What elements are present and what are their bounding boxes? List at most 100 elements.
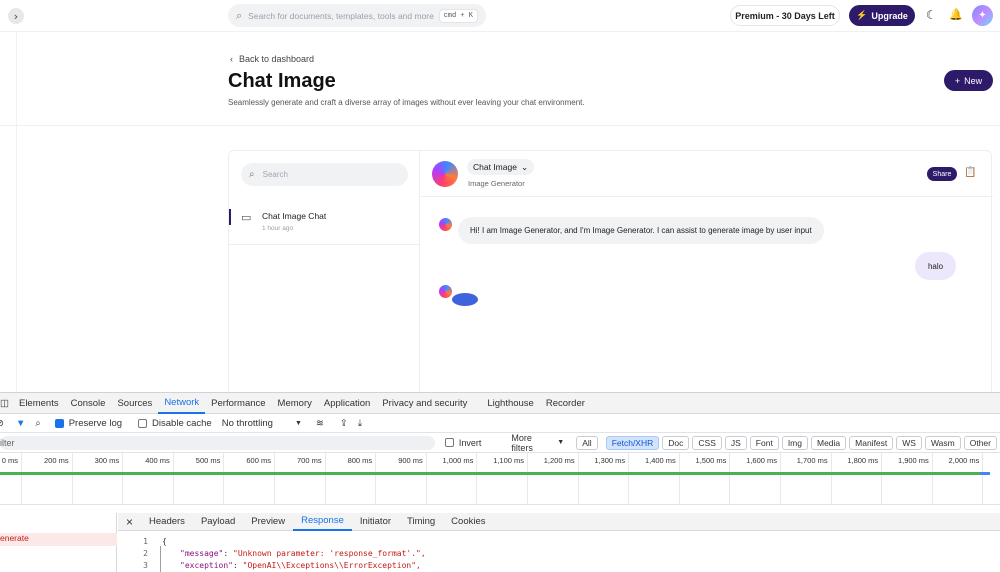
timeline-tick-label: 1,800 ms [847,456,879,465]
request-row[interactable]: enerate [0,533,117,546]
filter-chip-wasm[interactable]: Wasm [924,435,961,450]
timeline-tick-label: 1,600 ms [746,456,777,465]
timeline-tick: 1,100 ms [493,453,528,505]
conversation-search[interactable]: ⌕ Search [241,163,408,186]
timeline-tick-label: 400 ms [145,456,170,465]
new-chat-button[interactable]: + New [944,70,993,91]
timeline-tick: 1,900 ms [898,453,933,505]
invert-checkbox[interactable] [445,438,454,447]
assistant-avatar[interactable]: ✦ [972,5,993,26]
filter-chip-manifest[interactable]: Manifest [849,435,894,450]
filter-chip-img[interactable]: Img [781,435,808,450]
tab-elements[interactable]: Elements [13,393,65,414]
timeline-tick-label: 600 ms [246,456,271,465]
filter-chip-js[interactable]: JS [724,435,747,450]
clear-icon[interactable]: ⊘ [0,418,4,429]
preserve-log-checkbox[interactable] [54,418,64,428]
conversation-title: Chat Image Chat [262,211,327,221]
device-toolbar-icon[interactable]: ◫ [0,393,13,414]
timeline-tick: 500 ms [196,453,225,505]
filter-chip-fetch-xhr[interactable]: Fetch/XHR [605,435,660,450]
tab-privacy-security[interactable]: Privacy and security [376,393,473,414]
upload-icon[interactable]: ⇪ [340,418,348,429]
disable-cache-checkbox[interactable] [138,418,148,428]
timeline-tick: 1,300 ms [594,453,630,505]
disable-cache-label: Disable cache [152,417,212,429]
bot-message: Hi! I am Image Generator, and I'm Image … [458,217,824,244]
filter-chip-other[interactable]: Other [963,435,997,450]
tab-memory[interactable]: Memory [272,393,318,414]
more-filters-button[interactable]: More filters [511,433,553,453]
devtools-panel: ◫ Elements Console Sources Network Perfo… [0,392,1000,572]
share-button[interactable]: Share [927,167,957,181]
json-key: "exception" [180,561,233,570]
line-number: 3 [143,561,148,570]
timeline-tick: 1,600 ms [746,453,781,505]
user-message: halo [915,252,956,280]
tab-console[interactable]: Console [65,393,112,414]
active-indicator [229,209,231,225]
conversation-time: 1 hour ago [262,225,294,232]
timeline-tick-label: 1,900 ms [897,456,929,465]
tab-timing[interactable]: Timing [399,513,443,531]
json-value: "Unknown parameter: 'response_format'.", [233,549,426,558]
tab-cookies[interactable]: Cookies [443,513,493,531]
timeline-tick-label: 1,200 ms [543,456,575,465]
chevron-down-icon[interactable]: ▼ [295,420,302,427]
clipboard-icon[interactable]: 📋 [964,167,976,178]
timeline-tick: 1,400 ms [645,453,680,505]
tab-response[interactable]: Response [293,513,352,531]
premium-badge[interactable]: Premium - 30 Days Left [730,5,840,26]
model-label: Chat Image [473,162,517,172]
timeline-tick: 700 ms [297,453,326,505]
back-label: Back to dashboard [239,54,315,64]
timeline-tick-label: 200 ms [43,456,69,465]
bell-icon[interactable]: 🔔 [949,8,963,21]
filter-chip-ws[interactable]: WS [896,435,922,450]
timeline-tick-label: 1,500 ms [695,456,727,465]
throttling-select[interactable]: No throttling [222,418,273,429]
tab-headers[interactable]: Headers [141,513,193,531]
search-icon[interactable]: ⌕ [35,418,40,429]
json-value: "OpenAI\\Exceptions\\ErrorException", [242,561,421,570]
filter-chip-css[interactable]: CSS [692,435,722,450]
filter-chip-doc[interactable]: Doc [662,435,690,450]
global-search[interactable]: ⌕ Search for documents, templates, tools… [228,4,486,27]
timeline-tick: 0 ms [2,453,22,505]
tab-initiator[interactable]: Initiator [352,513,399,531]
chat-header: Chat Image ⌄ Image Generator Share 📋 [421,151,993,197]
shortcut-hint: cmd + K [438,8,478,23]
filter-chip-font[interactable]: Font [749,435,779,450]
timeline-tick-label: 0 ms [1,456,18,465]
conversation-search-placeholder: Search [262,170,288,179]
filter-input[interactable]: ilter [0,435,436,450]
tab-payload[interactable]: Payload [193,513,243,531]
filter-chip-media[interactable]: Media [810,435,847,450]
tab-performance[interactable]: Performance [205,393,271,414]
page-subtitle: Seamlessly generate and craft a diverse … [228,98,585,107]
timeline-tick-label: 1,300 ms [594,456,626,465]
code-line: "message": "Unknown parameter: 'response… [180,549,426,558]
conversation-item[interactable]: ▭ Chat Image Chat 1 hour ago [229,205,419,245]
filter-bar: ilter Invert More filters ▼ All Fetch/XH… [0,433,1000,453]
filter-icon[interactable]: ▼ [16,418,25,429]
line-number: 2 [143,549,148,558]
tab-lighthouse[interactable]: Lighthouse [481,393,539,414]
chevron-right-icon[interactable]: › [8,8,24,24]
back-to-dashboard-link[interactable]: ‹ Back to dashboard [230,54,314,64]
tab-application[interactable]: Application [318,393,376,414]
tab-preview[interactable]: Preview [243,513,293,531]
tab-recorder[interactable]: Recorder [540,393,591,414]
tab-network[interactable]: Network [158,393,206,414]
network-toolbar: ⊘ ▼ ⌕ Preserve log Disable cache No thro… [0,414,1000,433]
close-icon[interactable]: × [118,513,141,531]
upgrade-button[interactable]: ⚡ Upgrade [849,5,915,26]
filter-chip-all[interactable]: All [576,435,598,450]
network-conditions-icon[interactable]: ≋ [316,418,324,429]
model-subtitle: Image Generator [468,179,525,188]
invert-label: Invert [458,437,482,448]
download-icon[interactable]: ⤓ [358,418,362,429]
tab-sources[interactable]: Sources [111,393,158,414]
moon-icon[interactable]: ☾ [926,8,937,22]
model-selector[interactable]: Chat Image ⌄ [467,159,535,175]
